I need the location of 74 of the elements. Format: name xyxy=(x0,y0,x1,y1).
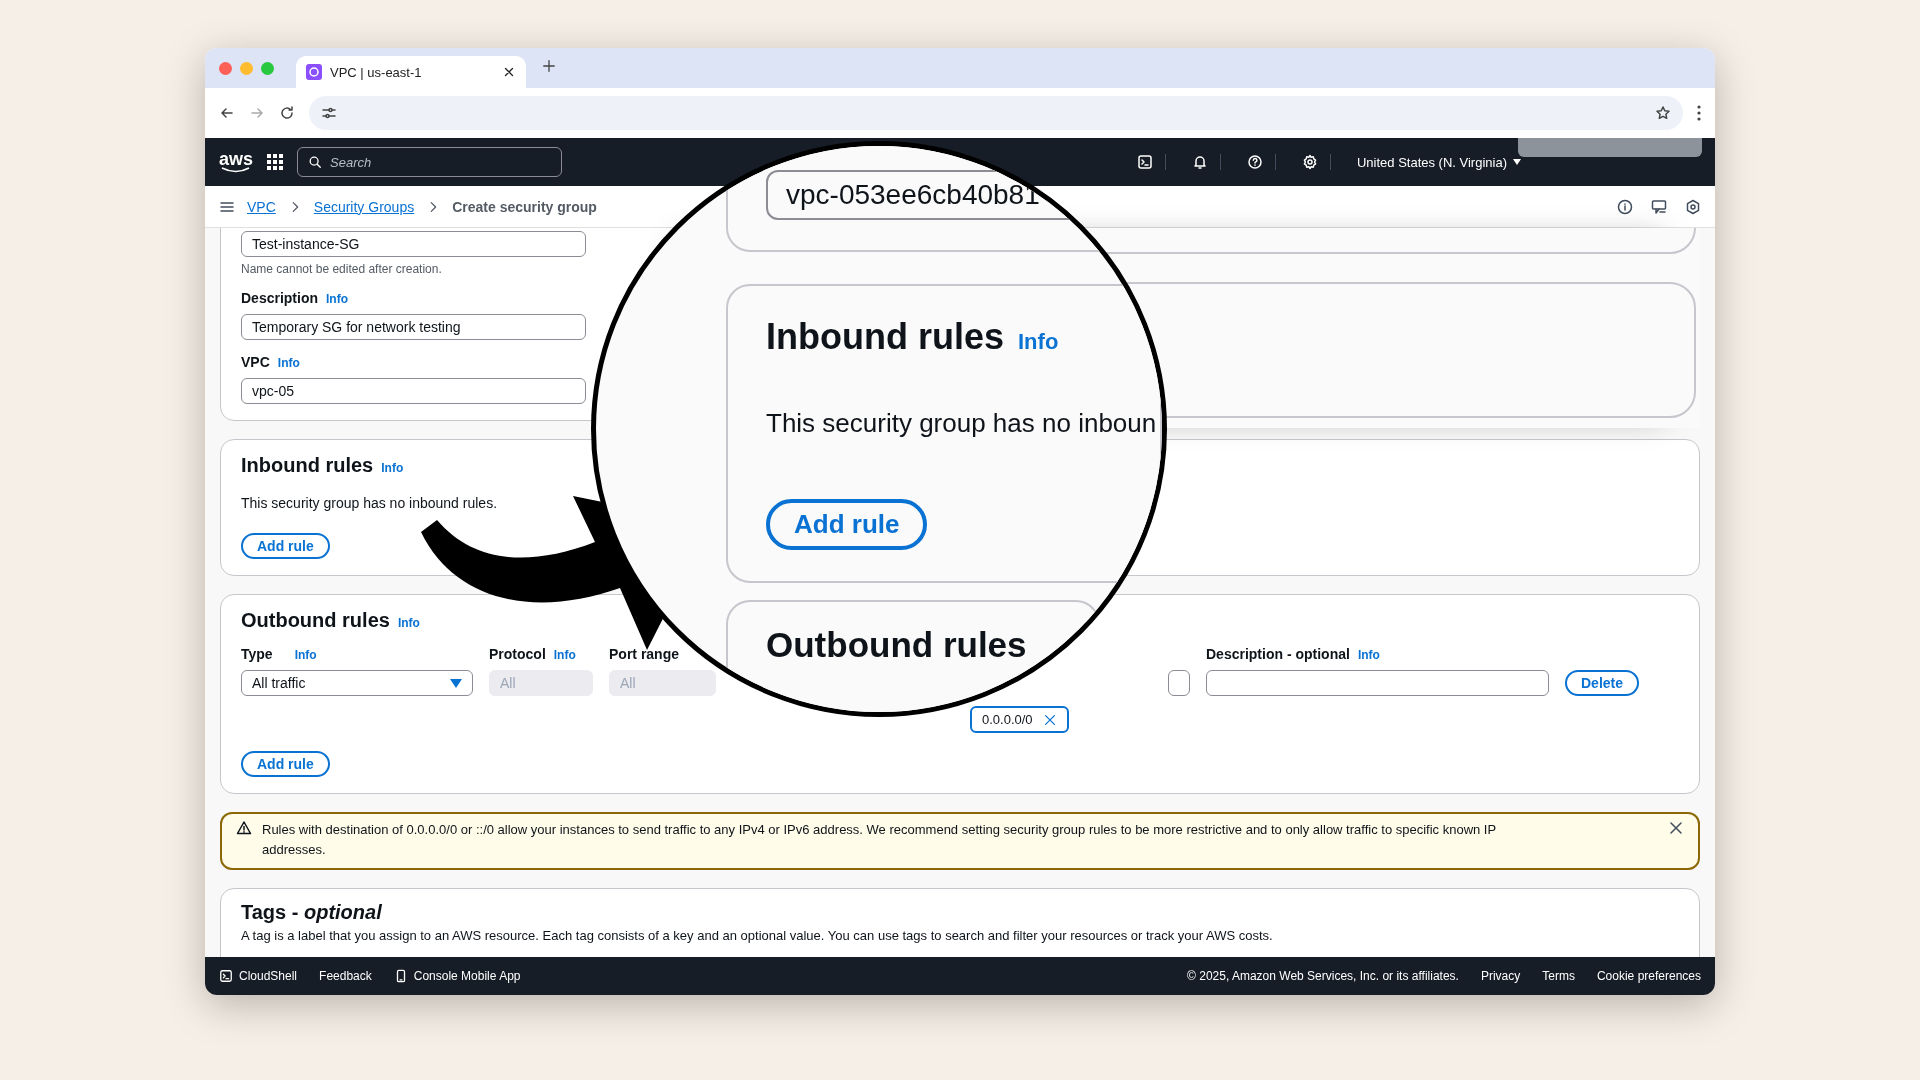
add-rule-button[interactable]: Add rule xyxy=(241,751,330,777)
delete-button[interactable]: Delete xyxy=(1565,670,1640,696)
new-tab-icon xyxy=(542,59,556,73)
type-select[interactable]: All traffic xyxy=(241,670,473,696)
aws-logo[interactable]: aws xyxy=(219,151,254,173)
info-link[interactable]: Info xyxy=(397,616,420,630)
more-menu-icon[interactable] xyxy=(1697,105,1701,121)
close-icon xyxy=(502,65,516,79)
info-icon xyxy=(1617,198,1633,215)
back-icon xyxy=(219,105,235,121)
footer-link[interactable]: Console Mobile App xyxy=(413,969,521,983)
text-field[interactable]: Temporary SG for network testing xyxy=(241,314,586,340)
section-heading: Inbound rules xyxy=(241,454,374,477)
section-description: A tag is a label that you assign to an AWS resource. Each tag consists of a key and an optional value. You can use tags to search and filter your resources or track your AWS costs. xyxy=(241,928,1274,943)
terminal-icon xyxy=(219,969,233,983)
text-field[interactable]: vpc-05 xyxy=(241,378,586,404)
breadcrumb-link[interactable]: VPC xyxy=(247,198,276,215)
destination-field[interactable] xyxy=(1168,670,1190,696)
reload-icon xyxy=(279,105,295,121)
bookmark-star-icon xyxy=(1655,105,1671,121)
footer-link[interactable]: Privacy xyxy=(1480,969,1521,983)
feedback-icon xyxy=(1651,198,1667,215)
breadcrumb-current: Create security group xyxy=(452,198,597,215)
forward-icon xyxy=(249,105,265,121)
search-icon xyxy=(308,155,323,169)
section-heading: Inbound rules xyxy=(766,315,1004,359)
footer-link[interactable]: CloudShell xyxy=(239,969,298,983)
warning-text: Rules with destination of 0.0.0.0/0 or ::/0 allow your instances to send traffic to any IPv4 or IPv6 address. We recommend setting security group rules to be more restrictive and to only allow traffic to specific known IP addresses. xyxy=(262,821,1497,859)
site-settings-icon xyxy=(321,105,337,121)
add-rule-button[interactable]: Add rule xyxy=(241,533,330,559)
field-label: Description xyxy=(241,290,318,306)
info-link[interactable]: Info xyxy=(294,648,317,662)
apps-grid-icon[interactable] xyxy=(267,154,284,170)
section-heading: Tags - optional xyxy=(241,901,382,924)
section-heading: Outbound rules xyxy=(766,624,1027,666)
column-label: Description - optional xyxy=(1206,646,1350,662)
search-field[interactable]: Search xyxy=(297,147,563,177)
warning-icon xyxy=(236,820,252,836)
column-label: Protocol xyxy=(489,646,546,662)
info-link[interactable]: Info xyxy=(381,461,404,475)
terminal-icon xyxy=(1136,154,1153,170)
add-rule-button[interactable]: Add rule xyxy=(766,499,928,550)
section-heading: Outbound rules xyxy=(241,609,390,632)
column-label: Type xyxy=(241,646,273,662)
breadcrumb-link[interactable]: Security Groups xyxy=(313,198,415,215)
info-link[interactable]: Info xyxy=(326,292,348,306)
help-icon xyxy=(1246,154,1263,170)
footer-link[interactable]: Terms xyxy=(1542,969,1575,983)
browser-tab[interactable]: VPC | us-east-1 xyxy=(296,56,526,88)
copyright-text: © 2025, Amazon Web Services, Inc. or its affiliates. xyxy=(1187,969,1459,983)
empty-message: This security group has no inboun xyxy=(766,407,1157,439)
column-label: Port range xyxy=(609,646,679,662)
maximize-window-button[interactable] xyxy=(261,61,274,75)
footer-link[interactable]: Feedback xyxy=(319,969,372,983)
settings-icon xyxy=(1301,154,1318,170)
vpc-favicon-icon xyxy=(306,64,322,80)
remove-icon xyxy=(1042,712,1057,727)
field-hint: Name cannot be edited after creation. xyxy=(241,262,443,276)
tab-title: VPC | us-east-1 xyxy=(330,64,423,80)
dropdown-triangle-icon xyxy=(1513,159,1521,165)
bell-icon xyxy=(1191,154,1208,170)
text-field[interactable] xyxy=(1206,670,1549,696)
footer-link[interactable]: Cookie preferences xyxy=(1596,969,1701,983)
hexagon-icon xyxy=(1685,198,1701,215)
empty-message: This security group has no inbound rules. xyxy=(241,495,499,511)
info-link[interactable]: Info xyxy=(277,356,300,370)
dropdown-triangle-icon xyxy=(450,678,462,688)
close-window-button[interactable] xyxy=(219,61,232,75)
info-link[interactable]: Info xyxy=(1018,320,1059,364)
region-selector[interactable]: United States (N. Virginia) xyxy=(1344,154,1521,170)
close-icon xyxy=(1668,820,1684,836)
name-field[interactable]: Test-instance-SG xyxy=(241,231,586,257)
field-label: VPC xyxy=(241,354,270,370)
info-link[interactable]: Info xyxy=(1357,648,1380,662)
